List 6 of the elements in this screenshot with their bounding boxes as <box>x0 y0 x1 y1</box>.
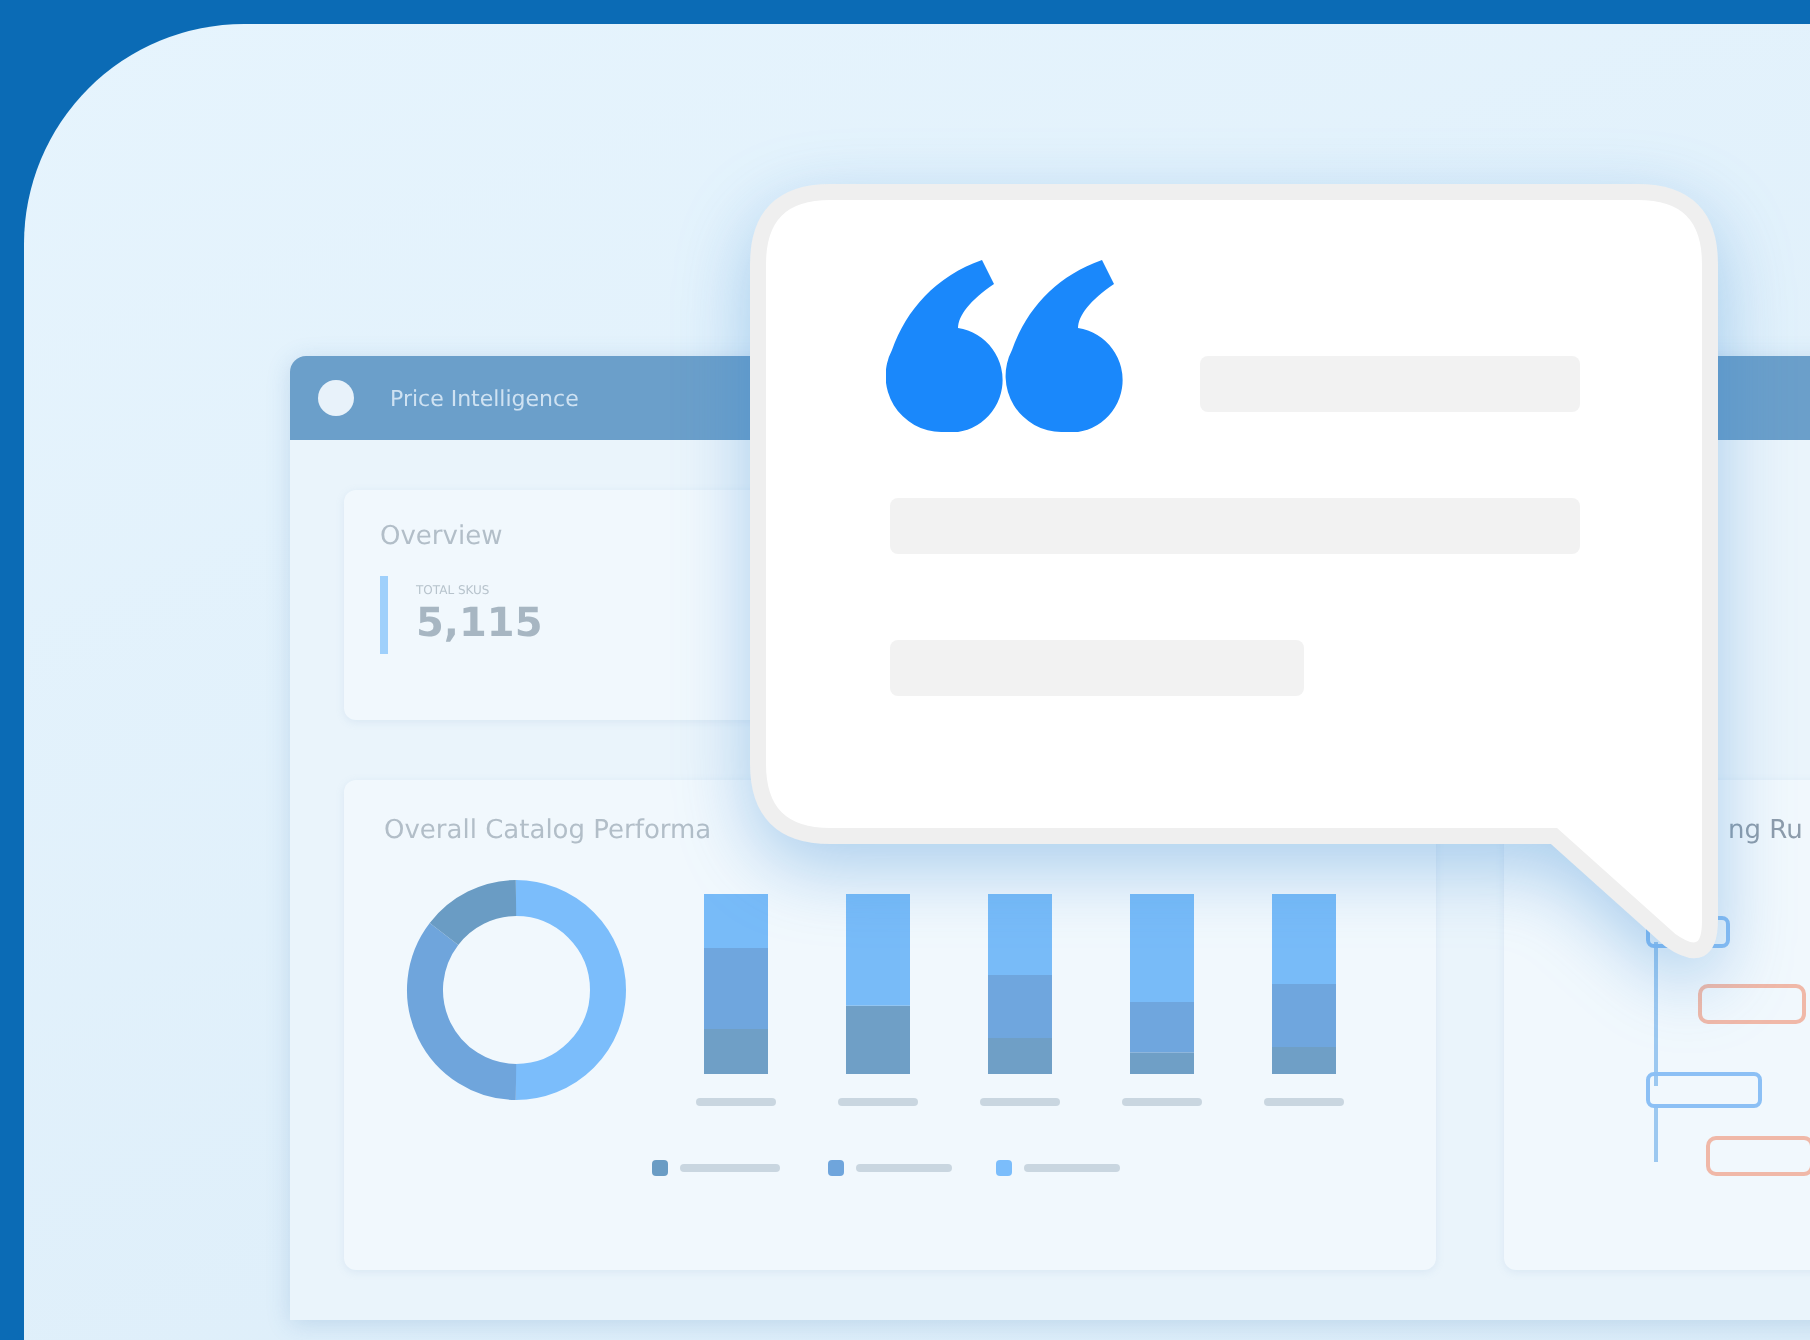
stat-value: 5,115 <box>416 598 545 646</box>
card-heading: Overview <box>380 522 505 552</box>
app-title: Price Intelligence <box>390 385 579 411</box>
logo-icon <box>318 380 354 416</box>
card-heading: Overall Catalog Performa <box>384 816 714 846</box>
card-heading: ng Ru <box>1726 816 1805 846</box>
